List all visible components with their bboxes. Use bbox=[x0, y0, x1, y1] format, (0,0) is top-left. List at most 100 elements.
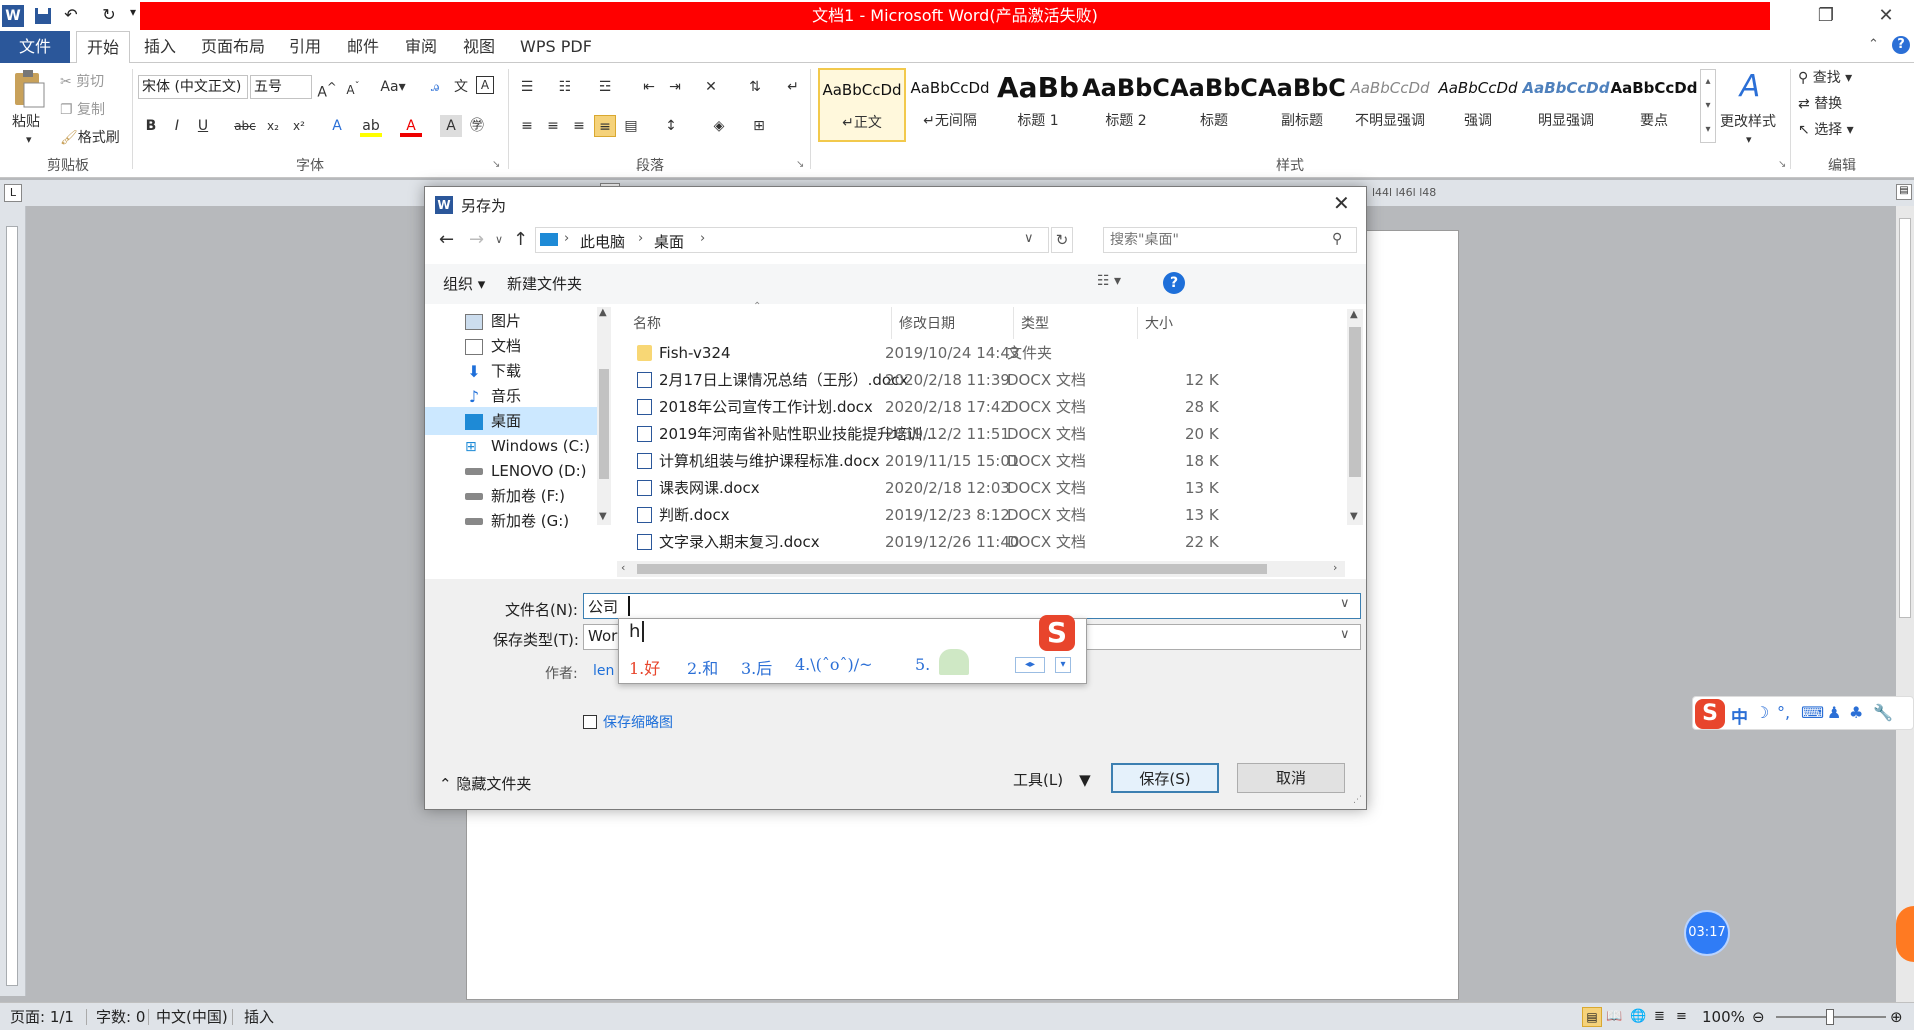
styles-dialog-launcher-icon[interactable]: ↘ bbox=[1778, 159, 1786, 170]
char-border-icon[interactable]: A bbox=[476, 76, 494, 94]
tab-page-layout[interactable]: 页面布局 bbox=[196, 31, 270, 63]
tab-file[interactable]: 文件 bbox=[0, 31, 70, 63]
tree-item-drive-g[interactable]: 新加卷 (G:) bbox=[465, 507, 569, 535]
line-spacing-icon[interactable]: ↕ bbox=[660, 115, 682, 137]
draft-icon[interactable]: ≡ bbox=[1676, 1003, 1687, 1030]
scroll-right-icon[interactable]: › bbox=[1333, 561, 1337, 574]
tree-item-documents[interactable]: 文档 bbox=[465, 332, 521, 360]
timer-badge[interactable]: 03:17 bbox=[1684, 910, 1730, 956]
tab-review[interactable]: 审阅 bbox=[400, 31, 442, 63]
font-color-icon[interactable]: A bbox=[400, 115, 422, 137]
language[interactable]: 中文(中国) bbox=[156, 1003, 228, 1030]
search-box[interactable]: ⚲ bbox=[1103, 227, 1357, 253]
show-marks-icon[interactable]: ↵ bbox=[782, 76, 804, 98]
tab-mailings[interactable]: 邮件 bbox=[342, 31, 384, 63]
reading-layout-icon[interactable]: 📖 bbox=[1606, 1003, 1622, 1030]
superscript-icon[interactable]: x² bbox=[288, 115, 310, 137]
ime-toolbar[interactable]: S 中 ☽ °, ⌨ ♟ ♣ 🔧 bbox=[1692, 696, 1914, 730]
tree-item-downloads[interactable]: ⬇ 下载 bbox=[465, 357, 521, 385]
tab-view[interactable]: 视图 bbox=[458, 31, 500, 63]
redo-icon[interactable]: ↻ bbox=[98, 5, 120, 27]
save-button[interactable]: 保存(S) bbox=[1111, 763, 1219, 793]
print-layout-icon[interactable]: ▤ bbox=[1582, 1007, 1602, 1027]
style-intense-emphasis[interactable]: AaBbCcDd 明显强调 bbox=[1522, 68, 1610, 142]
font-dialog-launcher-icon[interactable]: ↘ bbox=[492, 159, 500, 170]
page-count[interactable]: 页面: 1/1 bbox=[10, 1003, 74, 1030]
char-shading-icon[interactable]: A bbox=[440, 115, 462, 137]
insert-mode[interactable]: 插入 bbox=[244, 1003, 274, 1030]
outline-icon[interactable]: ≣ bbox=[1654, 1003, 1665, 1030]
zoom-slider-thumb[interactable] bbox=[1826, 1009, 1834, 1025]
clear-format-icon[interactable]: ꭿ bbox=[424, 76, 446, 98]
thumbnail-label[interactable]: 保存缩略图 bbox=[603, 712, 673, 732]
font-size-combo[interactable]: 五号 bbox=[250, 75, 312, 99]
chevron-right-icon[interactable]: › bbox=[700, 231, 705, 246]
style-no-spacing[interactable]: AaBbCcDd ↵无间隔 bbox=[906, 68, 994, 142]
styles-scroll[interactable]: ▴ ▾ ▾ bbox=[1700, 69, 1716, 143]
italic-icon[interactable]: I bbox=[166, 115, 188, 137]
file-row[interactable]: 计算机组装与维护课程标准.docx 2019/11/15 15:01 DOCX 文档… bbox=[637, 448, 1357, 475]
filetype-dropdown-icon[interactable]: ∨ bbox=[1340, 627, 1350, 642]
side-float-widget[interactable] bbox=[1896, 906, 1914, 962]
grow-font-icon[interactable]: A^ bbox=[316, 76, 338, 101]
search-input[interactable] bbox=[1104, 228, 1324, 252]
paste-dropdown-icon[interactable]: ▾ bbox=[26, 133, 32, 146]
tab-home[interactable]: 开始 bbox=[76, 31, 130, 64]
sogou-logo-icon[interactable]: S bbox=[1695, 699, 1725, 729]
change-styles-button[interactable]: 更改样式 bbox=[1720, 111, 1776, 131]
style-subtle-emphasis[interactable]: AaBbCcDd 不明显强调 bbox=[1346, 68, 1434, 142]
address-dropdown-icon[interactable]: ∨ bbox=[1024, 231, 1034, 246]
bullets-icon[interactable]: ☰ bbox=[516, 76, 538, 98]
cancel-button[interactable]: 取消 bbox=[1237, 763, 1345, 793]
tree-item-desktop[interactable]: 桌面 bbox=[425, 407, 597, 435]
filename-input[interactable]: 公司 bbox=[588, 596, 618, 617]
help-icon[interactable]: ? bbox=[1892, 36, 1910, 54]
moon-icon[interactable]: ☽ bbox=[1755, 703, 1769, 722]
chinese-layout-icon[interactable]: ✕ bbox=[700, 76, 722, 98]
vertical-scrollbar[interactable] bbox=[1896, 206, 1914, 1002]
shading-icon[interactable]: ◈ bbox=[708, 115, 730, 137]
tab-insert[interactable]: 插入 bbox=[136, 31, 184, 63]
ruler-toggle-icon[interactable]: ▤ bbox=[1896, 184, 1912, 200]
file-row[interactable]: 2月17日上课情况总结（王彤）.docx 2020/2/18 11:39 DOCX … bbox=[637, 367, 1357, 394]
ime-expand-icon[interactable]: ▾ bbox=[1055, 657, 1071, 673]
increase-indent-icon[interactable]: ⇥ bbox=[664, 76, 686, 98]
back-icon[interactable]: ← bbox=[439, 229, 454, 250]
numbering-icon[interactable]: ☷ bbox=[554, 76, 576, 98]
user-icon[interactable]: ♟ bbox=[1827, 703, 1841, 722]
column-name[interactable]: 名称 bbox=[633, 313, 661, 333]
style-normal[interactable]: AaBbCcDd ↵正文 bbox=[818, 68, 906, 142]
collapse-ribbon-icon[interactable]: ⌃ bbox=[1868, 37, 1879, 52]
hscroll-thumb[interactable] bbox=[637, 564, 1267, 574]
ime-page-arrows-icon[interactable]: ◂▸ bbox=[1015, 657, 1045, 673]
scroll-left-icon[interactable]: ‹ bbox=[621, 561, 625, 574]
view-options-icon[interactable]: ☷ ▾ bbox=[1097, 273, 1121, 289]
word-count[interactable]: 字数: 0 bbox=[96, 1003, 145, 1030]
subscript-icon[interactable]: x₂ bbox=[262, 115, 284, 137]
style-heading-1[interactable]: AaBb 标题 1 bbox=[994, 68, 1082, 142]
cut-button[interactable]: ✂ 剪切 bbox=[60, 71, 104, 91]
close-window-icon[interactable]: ✕ bbox=[1856, 0, 1914, 31]
file-row[interactable]: 文字录入期末复习.docx 2019/12/26 11:40 DOCX 文档 22 K bbox=[637, 529, 1357, 556]
distributed-icon[interactable]: ▤ bbox=[620, 115, 642, 137]
bold-icon[interactable]: B bbox=[140, 115, 162, 137]
sort-icon[interactable]: ⇅ bbox=[744, 76, 766, 98]
ime-emoji-icon[interactable] bbox=[939, 649, 969, 675]
breadcrumb-this-pc[interactable]: 此电脑 bbox=[580, 231, 625, 252]
align-center-icon[interactable]: ≡ bbox=[542, 115, 564, 137]
keyboard-icon[interactable]: ⌨ bbox=[1801, 703, 1824, 722]
tree-item-pictures[interactable]: 图片 bbox=[465, 307, 521, 335]
scroll-up-icon[interactable]: ▲ bbox=[1350, 309, 1358, 320]
style-subtitle[interactable]: AaBbC 副标题 bbox=[1258, 68, 1346, 142]
replace-button[interactable]: ⇄ 替换 bbox=[1798, 93, 1842, 113]
change-case-icon[interactable]: Aa▾ bbox=[378, 76, 408, 98]
select-button[interactable]: ↖ 选择 ▾ bbox=[1798, 119, 1854, 139]
multilevel-list-icon[interactable]: ☲ bbox=[594, 76, 616, 98]
scroll-up-icon[interactable]: ▲ bbox=[599, 307, 607, 318]
paragraph-dialog-launcher-icon[interactable]: ↘ bbox=[796, 159, 804, 170]
paste-icon[interactable] bbox=[10, 69, 46, 109]
change-styles-dropdown-icon[interactable]: ▾ bbox=[1746, 133, 1752, 146]
tree-scroll-thumb[interactable] bbox=[599, 369, 609, 479]
tree-scrollbar[interactable]: ▲ ▼ bbox=[597, 307, 611, 525]
tools-button[interactable]: 工具(L) ▼ bbox=[1013, 769, 1091, 790]
